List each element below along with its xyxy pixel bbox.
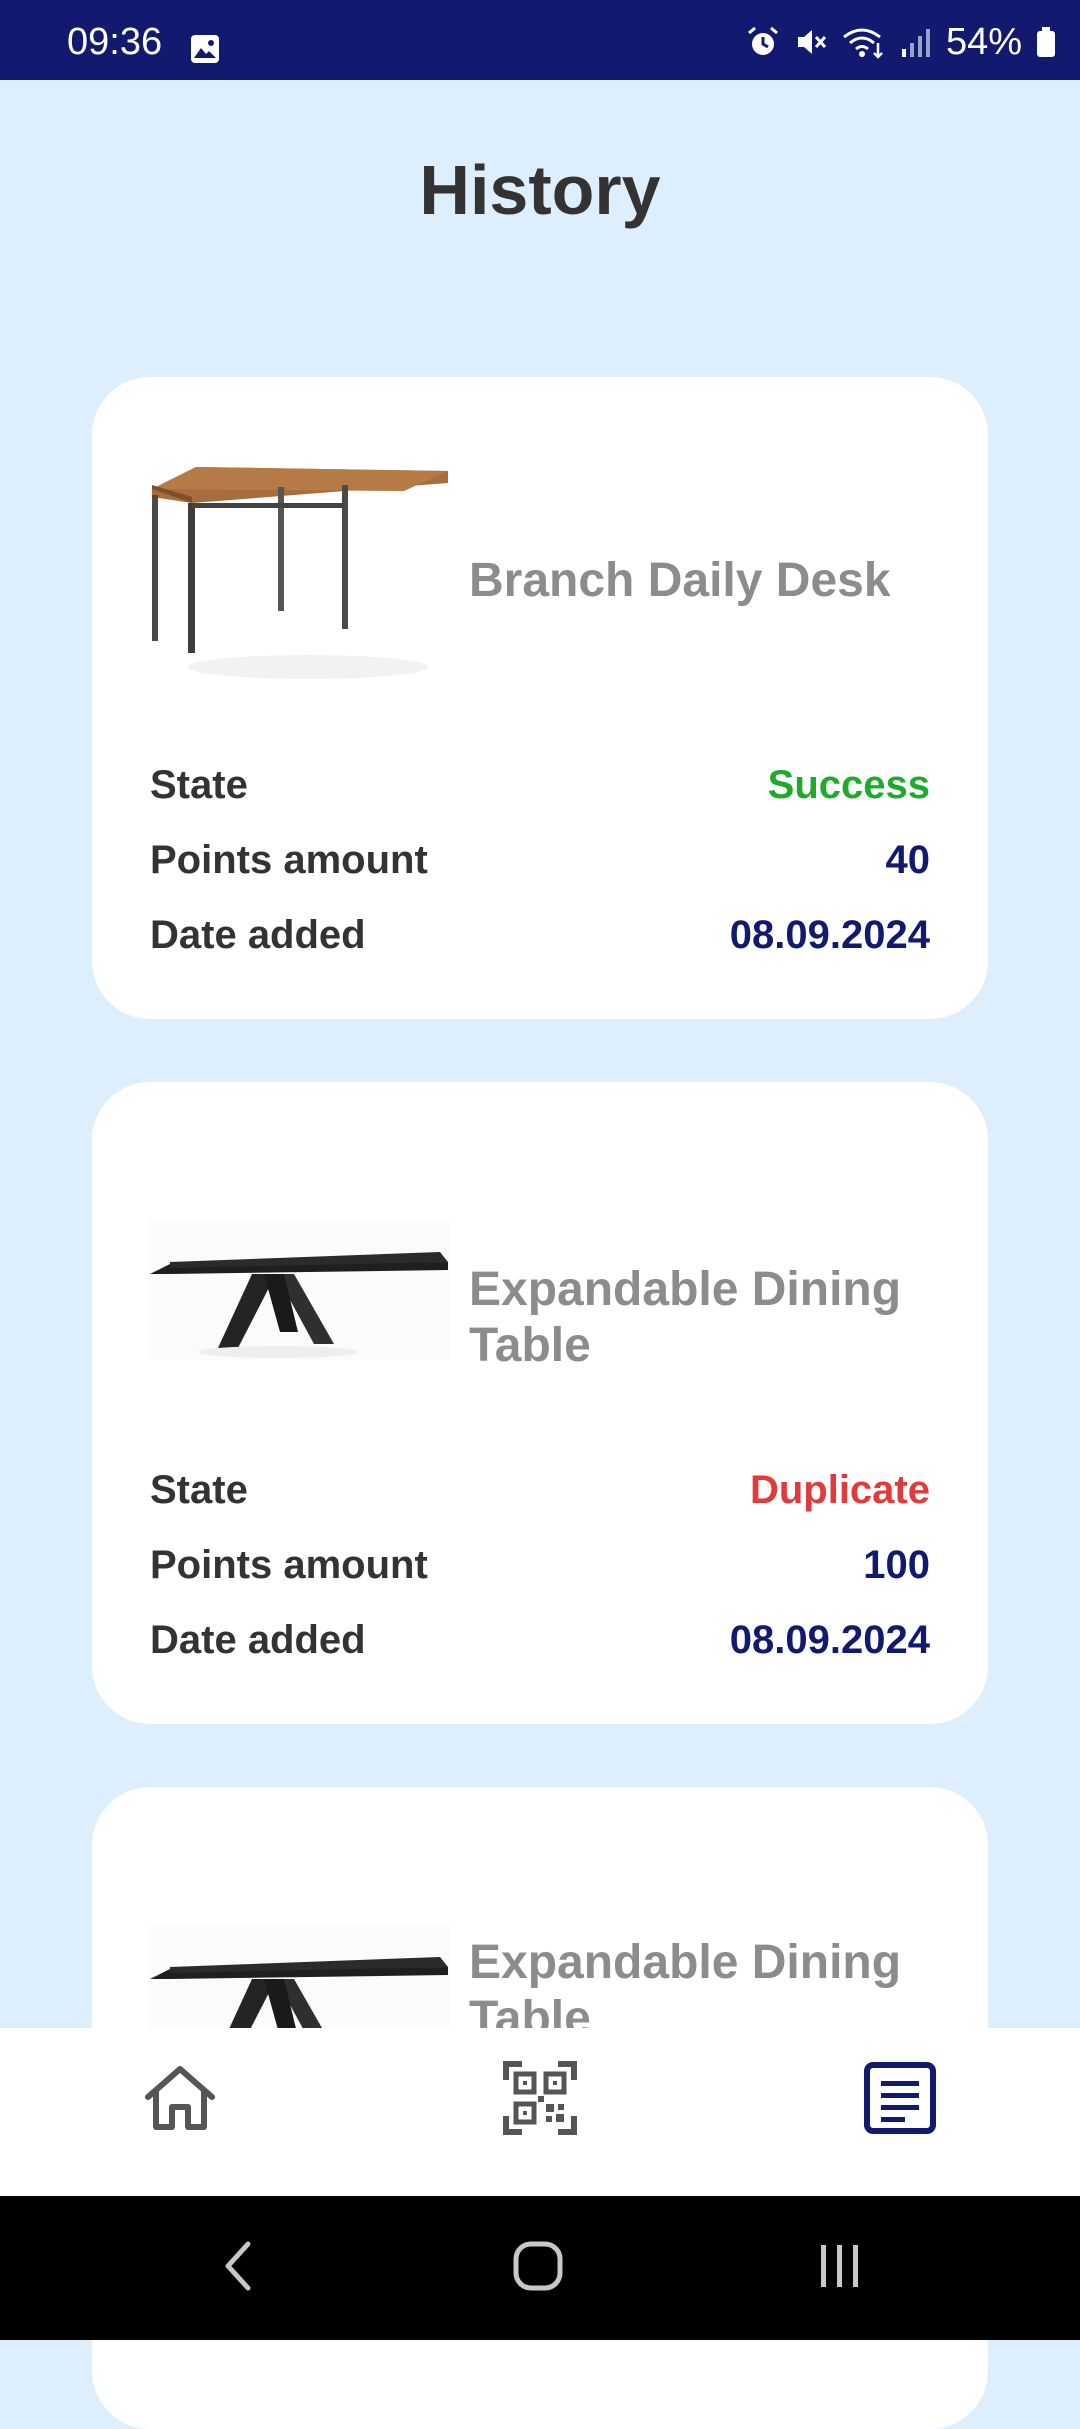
date-value: 08.09.2024 [729, 913, 930, 957]
mute-icon [794, 25, 828, 59]
signal-icon [900, 25, 932, 59]
state-row: State Success [150, 757, 930, 813]
back-icon [218, 2238, 258, 2299]
battery-icon [1036, 25, 1056, 59]
alarm-icon [746, 25, 780, 59]
state-value: Duplicate [749, 1468, 930, 1512]
system-recent-apps-button[interactable] [800, 2228, 880, 2308]
battery-percent: 54% [945, 21, 1022, 63]
points-value: 40 [885, 838, 931, 882]
wifi-icon [842, 25, 886, 59]
date-value: 08.09.2024 [729, 1618, 930, 1662]
points-row: Points amount 40 [150, 832, 930, 888]
status-icons: 54% [746, 20, 1056, 64]
points-row: Points amount 100 [150, 1537, 930, 1593]
system-back-button[interactable] [198, 2228, 278, 2308]
system-home-button[interactable] [498, 2228, 578, 2308]
points-label: Points amount [150, 1543, 428, 1587]
dining-table-image [148, 1162, 450, 1410]
date-row: Date added 08.09.2024 [150, 1612, 930, 1668]
date-label: Date added [150, 913, 366, 957]
nav-history-button[interactable] [850, 2050, 950, 2150]
nav-scan-button[interactable] [490, 2050, 590, 2150]
recent-apps-icon [815, 2241, 865, 2296]
image-icon [190, 34, 220, 64]
state-row: State Duplicate [150, 1462, 930, 1518]
product-name: Expandable Dining Table [469, 1263, 902, 1372]
state-label: State [150, 763, 248, 807]
system-navigation-bar [0, 2196, 1080, 2340]
date-row: Date added 08.09.2024 [150, 907, 930, 963]
state-label: State [150, 1468, 248, 1512]
desk-image [148, 457, 450, 705]
date-label: Date added [150, 1618, 366, 1662]
state-value: Success [767, 763, 930, 807]
page-title: History [419, 151, 661, 229]
status-bar: 09:36 54% [0, 0, 1080, 80]
qr-code-icon [502, 2060, 578, 2141]
points-label: Points amount [150, 838, 428, 882]
home-icon [142, 2063, 218, 2138]
history-list-icon [863, 2061, 937, 2140]
history-card[interactable]: Expandable Dining Table State Duplicate … [92, 1082, 988, 1724]
bottom-navigation [0, 2028, 1080, 2196]
status-time: 09:36 [67, 21, 163, 63]
points-value: 100 [863, 1543, 930, 1587]
product-name: Branch Daily Desk [469, 554, 891, 607]
history-card[interactable]: Branch Daily Desk State Success Points a… [92, 377, 988, 1019]
home-circle-icon [512, 2240, 564, 2297]
nav-home-button[interactable] [130, 2050, 230, 2150]
